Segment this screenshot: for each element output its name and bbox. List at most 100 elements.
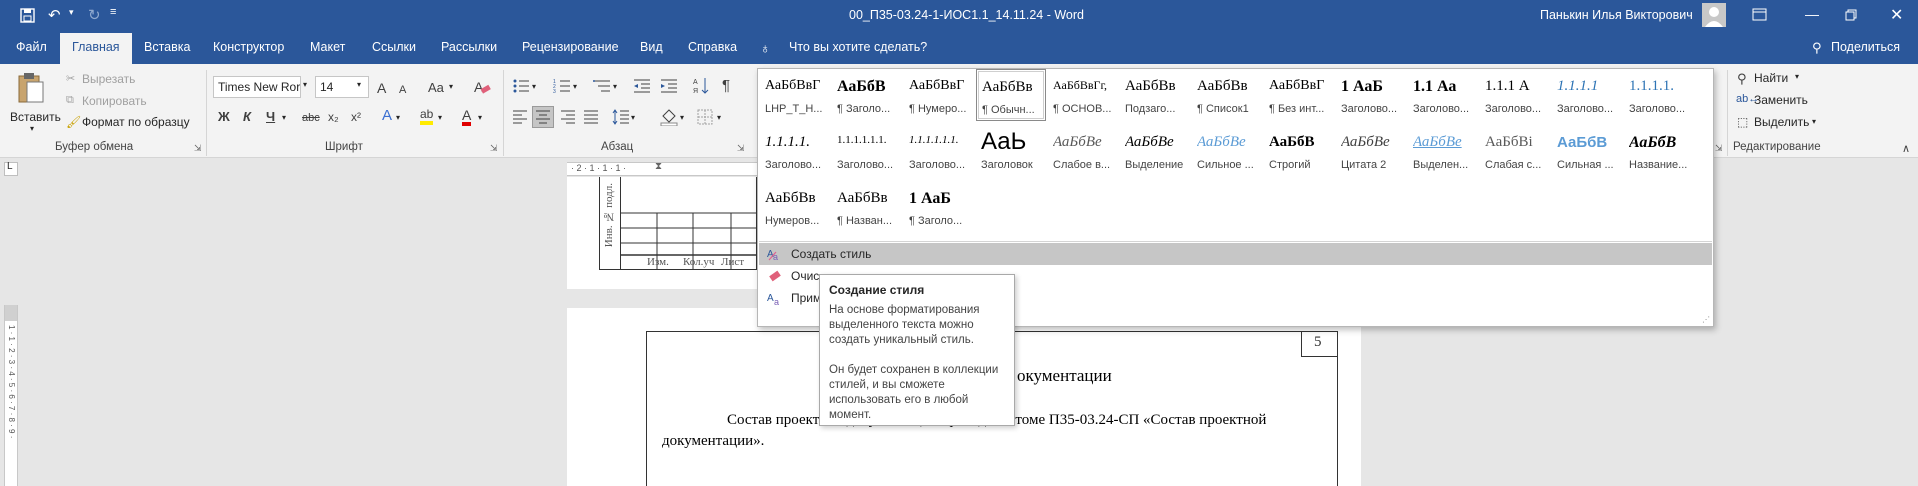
grow-font-icon[interactable]: A [377,80,386,96]
style-item[interactable]: АаБбВвГ ¶ Без инт... [1264,69,1334,121]
style-item[interactable]: АаБбВі Слабая с... [1480,125,1550,177]
section-heading[interactable]: окументации [1017,366,1112,386]
change-case-icon[interactable]: Aa [428,80,444,96]
style-item[interactable]: АаБбВв Нумеров... [760,181,830,233]
style-item[interactable]: АаБбВв Подзаго... [1120,69,1190,121]
style-item[interactable]: АаБбВвГ LHP_T_H... [760,69,830,121]
italic-button[interactable]: К [243,109,251,125]
style-item[interactable]: 1.1.1.1. Заголово... [1624,69,1694,121]
style-item[interactable]: АаБбВ ¶ Заголо... [832,69,902,121]
increase-indent-icon[interactable] [660,78,678,94]
style-item[interactable]: АаБбВе Сильное ... [1192,125,1262,177]
align-right-icon[interactable] [560,110,576,124]
show-marks-icon[interactable]: ¶ [722,78,730,94]
multilevel-list-icon[interactable] [593,78,611,94]
indent-marker-icon[interactable]: ⧗ [655,161,662,172]
shading-icon[interactable] [660,108,678,126]
styles-launcher-icon[interactable]: ⇲ [1715,143,1723,154]
tell-me-search[interactable]: Что вы хотите сделать? [789,40,927,54]
save-icon[interactable] [20,8,35,23]
vertical-ruler[interactable]: 1 · 1 · 2 · 3 · 4 · 5 · 6 · 7 · 8 · 9 · [4,305,18,486]
bullets-dropdown-icon[interactable]: ▾ [532,82,536,91]
body-line-2[interactable]: документации». [662,433,764,450]
font-launcher-icon[interactable]: ⇲ [490,143,498,154]
style-item[interactable]: АаБбВе Цитата 2 [1336,125,1406,177]
tab-help[interactable]: Справка [688,40,737,54]
tab-file[interactable]: Файл [16,40,47,54]
style-item[interactable]: АаБбВе Слабое в... [1048,125,1118,177]
style-item[interactable]: АаБбВ Название... [1624,125,1694,177]
text-effects-button[interactable]: A [382,108,392,124]
create-style-menu-item[interactable]: Aa Создать стиль [759,243,1712,265]
borders-icon[interactable] [697,109,713,125]
line-spacing-icon[interactable] [612,109,630,125]
undo-dropdown-icon[interactable]: ▾ [69,7,74,18]
style-item[interactable]: АаБбВвГг, ¶ ОСНОВ... [1048,69,1118,121]
tab-home[interactable]: Главная [60,33,132,64]
strikethrough-button[interactable]: abc [302,110,320,126]
sort-icon[interactable]: AЯ [693,77,709,95]
tab-review[interactable]: Рецензирование [522,40,619,54]
text-effects-dropdown-icon[interactable]: ▾ [396,113,400,122]
restore-icon[interactable] [1845,9,1857,21]
tab-insert[interactable]: Вставка [144,40,190,54]
style-item[interactable]: 1 АаБ Заголово... [1336,69,1406,121]
find-dropdown-icon[interactable]: ▾ [1795,72,1799,81]
highlight-dropdown-icon[interactable]: ▾ [438,113,442,122]
close-icon[interactable]: ✕ [1890,5,1903,25]
style-item[interactable]: 1.1.1 А Заголово... [1480,69,1550,121]
style-item[interactable]: АаБбВе Выделен... [1408,125,1478,177]
style-item[interactable]: АаБбВ Строгий [1264,125,1334,177]
tab-design[interactable]: Конструктор [213,40,284,54]
justify-icon[interactable] [583,110,599,124]
subscript-button[interactable]: x₂ [328,109,339,125]
superscript-button[interactable]: x² [351,109,361,125]
style-item[interactable]: 1.1.1.1.1.1. Заголово... [904,125,974,177]
user-name[interactable]: Панькин Илья Викторович [1540,8,1693,22]
style-item-selected[interactable]: АаБбВв ¶ Обычн... [976,69,1046,121]
style-item[interactable]: АаБбВв ¶ Список1 [1192,69,1262,121]
font-color-dropdown-icon[interactable]: ▾ [478,113,482,122]
underline-button[interactable]: Ч [266,109,275,125]
paragraph-launcher-icon[interactable]: ⇲ [737,143,745,154]
customize-qat-icon[interactable]: ≡ [110,6,116,18]
tab-selector[interactable]: L [4,161,18,176]
clipboard-launcher-icon[interactable]: ⇲ [194,143,202,154]
select-button[interactable]: Выделить [1754,115,1809,129]
font-color-button[interactable]: A [462,108,472,126]
clear-formatting-icon[interactable]: A [473,78,491,96]
paste-button[interactable]: Вставить ▾ [8,70,61,136]
minimize-icon[interactable]: — [1805,6,1819,22]
style-item[interactable]: 1.1.1.1 Заголово... [1552,69,1622,121]
borders-dropdown-icon[interactable]: ▾ [717,113,721,122]
style-item[interactable]: 1.1.1.1. Заголово... [760,125,830,177]
format-painter-button[interactable]: Формат по образцу [82,115,190,129]
numbering-dropdown-icon[interactable]: ▾ [573,82,577,91]
font-name-dropdown-icon[interactable]: ▾ [303,80,307,89]
change-case-dropdown-icon[interactable]: ▾ [449,82,453,91]
style-item[interactable]: АаБбВ Сильная ... [1552,125,1622,177]
numbering-icon[interactable]: 123 [553,78,571,94]
font-name-combo[interactable]: Times New Ror [213,76,301,98]
align-center-button[interactable] [532,106,554,128]
undo-icon[interactable]: ↶ [48,6,61,24]
align-left-icon[interactable] [512,110,528,124]
underline-dropdown-icon[interactable]: ▾ [282,113,286,122]
style-item[interactable]: АаБбВв ¶ Назван... [832,181,902,233]
paste-dropdown-icon[interactable]: ▾ [30,124,34,133]
ribbon-display-options-icon[interactable] [1752,8,1767,21]
avatar[interactable] [1702,3,1726,27]
shrink-font-icon[interactable]: A [399,82,406,98]
multilevel-dropdown-icon[interactable]: ▾ [613,82,617,91]
horizontal-ruler[interactable]: · 2 · 1 · 1 · 1 · ⧗ [567,161,757,176]
line-spacing-dropdown-icon[interactable]: ▾ [631,113,635,122]
bold-button[interactable]: Ж [218,109,230,125]
page-previous[interactable]: Инв. № подл. Изм. Кол.уч Лист [567,177,757,289]
select-dropdown-icon[interactable]: ▾ [1812,117,1816,126]
share-icon[interactable]: ⚲ [1812,40,1822,56]
bullets-icon[interactable] [512,78,530,94]
style-item[interactable]: АаБбВе Выделение [1120,125,1190,177]
resize-grip-icon[interactable]: ⋰ [1702,315,1710,324]
style-item[interactable]: АаЬ Заголовок [976,125,1046,177]
style-item[interactable]: 1.1.1.1.1.1. Заголово... [832,125,902,177]
